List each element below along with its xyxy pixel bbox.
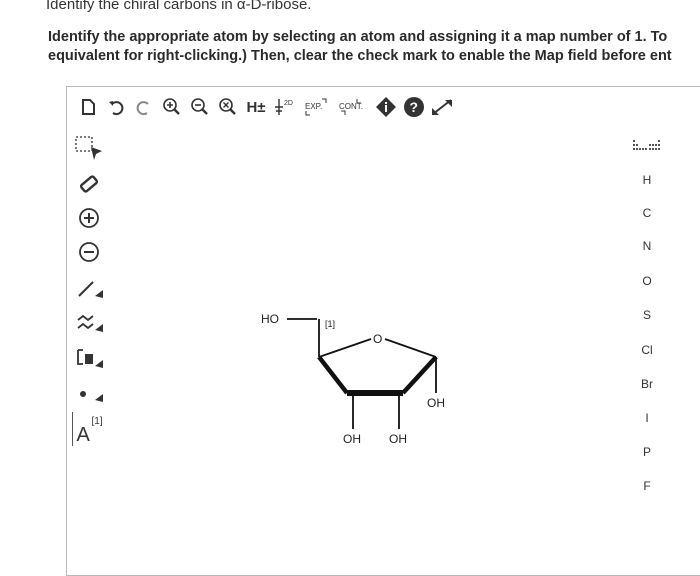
- svg-text:?: ?: [410, 99, 419, 115]
- zoom-in-icon[interactable]: [159, 94, 185, 120]
- template-tool-icon[interactable]: [73, 343, 105, 373]
- instruction-line-2: equivalent for right-clicking.) Then, cl…: [48, 48, 672, 64]
- instruction-line-1: Identify the appropriate atom by selecti…: [48, 29, 668, 45]
- atom-map-label: A: [76, 424, 90, 446]
- bond-c2-c1[interactable]: [401, 355, 438, 395]
- element-n-button[interactable]: N: [625, 231, 669, 261]
- chain-tool-icon[interactable]: [73, 307, 105, 337]
- new-document-icon[interactable]: [75, 94, 101, 120]
- svg-text:CONT.: CONT.: [339, 102, 363, 111]
- question-title: Identify the chiral carbons in α-D-ribos…: [46, 0, 312, 13]
- redo-icon[interactable]: [131, 94, 157, 120]
- atom-ho-label[interactable]: HO: [261, 312, 279, 326]
- undo-icon[interactable]: [103, 94, 129, 120]
- bond-c4-o[interactable]: [318, 338, 372, 358]
- atom-oh-c2[interactable]: OH: [389, 432, 407, 446]
- negative-charge-icon[interactable]: [73, 237, 105, 267]
- element-br-button[interactable]: Br: [625, 369, 669, 399]
- question-instructions: Identify the appropriate atom by selecti…: [48, 28, 700, 66]
- expand-button[interactable]: EXP.: [299, 94, 333, 120]
- left-toolbar: A [1]: [67, 131, 111, 575]
- svg-text:EXP.: EXP.: [305, 102, 322, 111]
- element-i-button[interactable]: I: [625, 403, 669, 433]
- periodic-table-icon[interactable]: [625, 131, 669, 161]
- selection-tool-icon[interactable]: [73, 133, 105, 163]
- structure-editor: H± 2D EXP. CONT. ? A [1] HO [1] O OH OH …: [66, 86, 700, 576]
- positive-charge-icon[interactable]: [73, 203, 105, 233]
- element-p-button[interactable]: P: [625, 437, 669, 467]
- element-h-button[interactable]: H: [625, 165, 669, 195]
- zoom-out-icon[interactable]: [187, 94, 213, 120]
- zoom-reset-icon[interactable]: [215, 94, 241, 120]
- bond-c4-c3[interactable]: [317, 355, 349, 395]
- element-cl-button[interactable]: Cl: [625, 335, 669, 365]
- element-palette: H C N O S Cl Br I P F: [625, 131, 669, 575]
- atom-oh-c1[interactable]: OH: [427, 396, 445, 410]
- info-icon[interactable]: [373, 94, 399, 120]
- atom-map-tool[interactable]: A [1]: [71, 411, 109, 447]
- help-icon[interactable]: ?: [401, 94, 427, 120]
- molecule-structure: HO [1] O OH OH OH: [261, 312, 445, 446]
- drawing-canvas[interactable]: HO [1] O OH OH OH: [113, 131, 613, 571]
- bond-tool-icon[interactable]: [73, 273, 105, 303]
- element-s-button[interactable]: S: [625, 300, 669, 330]
- svg-text:2D: 2D: [284, 100, 293, 107]
- fullscreen-icon[interactable]: [429, 94, 455, 120]
- eraser-icon[interactable]: [73, 169, 105, 199]
- atom-tool-icon[interactable]: [73, 377, 105, 407]
- hydrogen-toggle-button[interactable]: H±: [243, 94, 269, 120]
- element-f-button[interactable]: F: [625, 471, 669, 501]
- editor-toolbar: H± 2D EXP. CONT. ?: [67, 87, 700, 127]
- element-c-button[interactable]: C: [625, 198, 669, 228]
- element-o-button[interactable]: O: [625, 266, 669, 296]
- atom-map-superscript: [1]: [91, 416, 103, 427]
- atom-ring-o[interactable]: O: [373, 332, 382, 346]
- bond-o-c1[interactable]: [384, 338, 437, 358]
- atom-map-number: [1]: [325, 319, 335, 329]
- contract-button[interactable]: CONT.: [335, 94, 371, 120]
- clean-2d-icon[interactable]: 2D: [271, 94, 297, 120]
- atom-oh-c3[interactable]: OH: [343, 432, 361, 446]
